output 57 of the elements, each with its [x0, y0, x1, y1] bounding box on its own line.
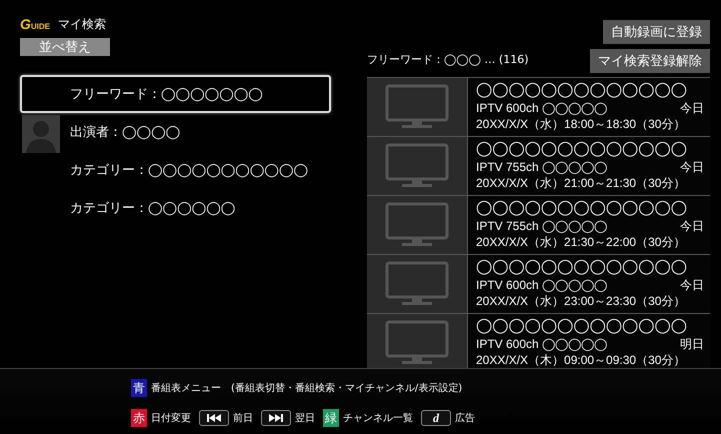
- key-label: 番組表メニュー (番組表切替・番組検索・マイチャンネル/表示設定): [151, 382, 462, 395]
- program-title: ◯◯◯◯◯◯◯◯◯◯◯◯◯: [476, 317, 687, 336]
- search-label: フリーワード：◯◯◯◯◯◯◯: [70, 86, 263, 103]
- air-day: 今日: [680, 101, 704, 116]
- key-label: 翌日: [295, 412, 315, 425]
- program-title: ◯◯◯◯◯◯◯◯◯◯◯◯◯: [476, 258, 687, 277]
- tv-icon: [385, 84, 449, 130]
- channel-name: IPTV 755ch ◯◯◯◯◯: [476, 219, 608, 234]
- screen-title: マイ検索: [58, 16, 106, 32]
- air-time: 20XX/X/X（木）09:00～09:30（30分）: [476, 352, 686, 368]
- sort-button[interactable]: 並べ替え: [20, 38, 110, 56]
- d-key: d: [421, 410, 451, 426]
- person-silhouette-icon: [22, 115, 60, 153]
- key-label: 広告: [455, 412, 475, 425]
- search-label: カテゴリー：◯◯◯◯◯◯: [70, 200, 236, 217]
- tv-icon: [385, 143, 449, 189]
- guide-logo: GUIDE: [20, 16, 50, 32]
- search-item[interactable]: カテゴリー：◯◯◯◯◯◯: [20, 189, 331, 227]
- program-title: ◯◯◯◯◯◯◯◯◯◯◯◯◯: [476, 81, 687, 100]
- color-key: 赤: [131, 409, 147, 427]
- key-label: 前日: [233, 412, 253, 425]
- tv-icon: [385, 320, 449, 366]
- action-button[interactable]: マイ検索登録解除: [590, 49, 710, 73]
- channel-name: IPTV 755ch ◯◯◯◯◯: [476, 160, 608, 175]
- program-title: ◯◯◯◯◯◯◯◯◯◯◯◯◯: [476, 140, 687, 159]
- tv-icon: [385, 202, 449, 248]
- channel-name: IPTV 600ch ◯◯◯◯◯: [476, 101, 608, 116]
- search-item[interactable]: カテゴリー：◯◯◯◯◯◯◯◯◯◯◯: [20, 151, 331, 189]
- color-key: 緑: [323, 409, 339, 427]
- search-label: カテゴリー：◯◯◯◯◯◯◯◯◯◯◯: [70, 162, 308, 179]
- air-day: 明日: [680, 337, 704, 352]
- search-item[interactable]: 出演者：◯◯◯◯: [20, 113, 331, 151]
- program-item[interactable]: ◯◯◯◯◯◯◯◯◯◯◯◯◯ IPTV 755ch ◯◯◯◯◯ 今日 20XX/X/X（水）21:30～22:00（30分）: [467, 196, 710, 254]
- search-item[interactable]: フリーワード：◯◯◯◯◯◯◯: [20, 75, 331, 113]
- key-label: 日付変更: [151, 412, 191, 425]
- result-summary: フリーワード：◯◯◯ … (116): [367, 52, 529, 67]
- air-time: 20XX/X/X（水）21:00～21:30（30分）: [476, 175, 686, 192]
- skip-forward-icon: [269, 414, 283, 422]
- program-title: ◯◯◯◯◯◯◯◯◯◯◯◯◯: [476, 199, 687, 218]
- air-day: 今日: [680, 278, 704, 293]
- air-time: 20XX/X/X（水）18:00～18:30（30分）: [476, 116, 686, 133]
- search-label: 出演者：◯◯◯◯: [70, 124, 180, 141]
- skip-back-icon: [207, 414, 221, 422]
- air-day: 今日: [680, 219, 704, 234]
- program-item[interactable]: ◯◯◯◯◯◯◯◯◯◯◯◯◯ IPTV 600ch ◯◯◯◯◯ 明日 20XX/X/X（木）09:00～09:30（30分）: [467, 314, 710, 368]
- program-item[interactable]: ◯◯◯◯◯◯◯◯◯◯◯◯◯ IPTV 600ch ◯◯◯◯◯ 今日 20XX/X/X（水）23:00～23:30（30分）: [467, 255, 710, 313]
- air-time: 20XX/X/X（水）21:30～22:00（30分）: [476, 234, 686, 251]
- key-label: チャンネル一覧: [343, 412, 413, 425]
- program-item[interactable]: ◯◯◯◯◯◯◯◯◯◯◯◯◯ IPTV 600ch ◯◯◯◯◯ 今日 20XX/X/X（水）18:00～18:30（30分）: [467, 78, 710, 136]
- channel-name: IPTV 600ch ◯◯◯◯◯: [476, 278, 608, 293]
- action-button[interactable]: 自動録画に登録: [603, 20, 710, 44]
- program-item[interactable]: ◯◯◯◯◯◯◯◯◯◯◯◯◯ IPTV 755ch ◯◯◯◯◯ 今日 20XX/X/X（水）21:00～21:30（30分）: [467, 137, 710, 195]
- air-day: 今日: [680, 160, 704, 175]
- tv-icon: [385, 261, 449, 307]
- color-key: 青: [131, 379, 147, 397]
- channel-name: IPTV 600ch ◯◯◯◯◯: [476, 337, 608, 352]
- air-time: 20XX/X/X（水）23:00～23:30（30分）: [476, 293, 686, 310]
